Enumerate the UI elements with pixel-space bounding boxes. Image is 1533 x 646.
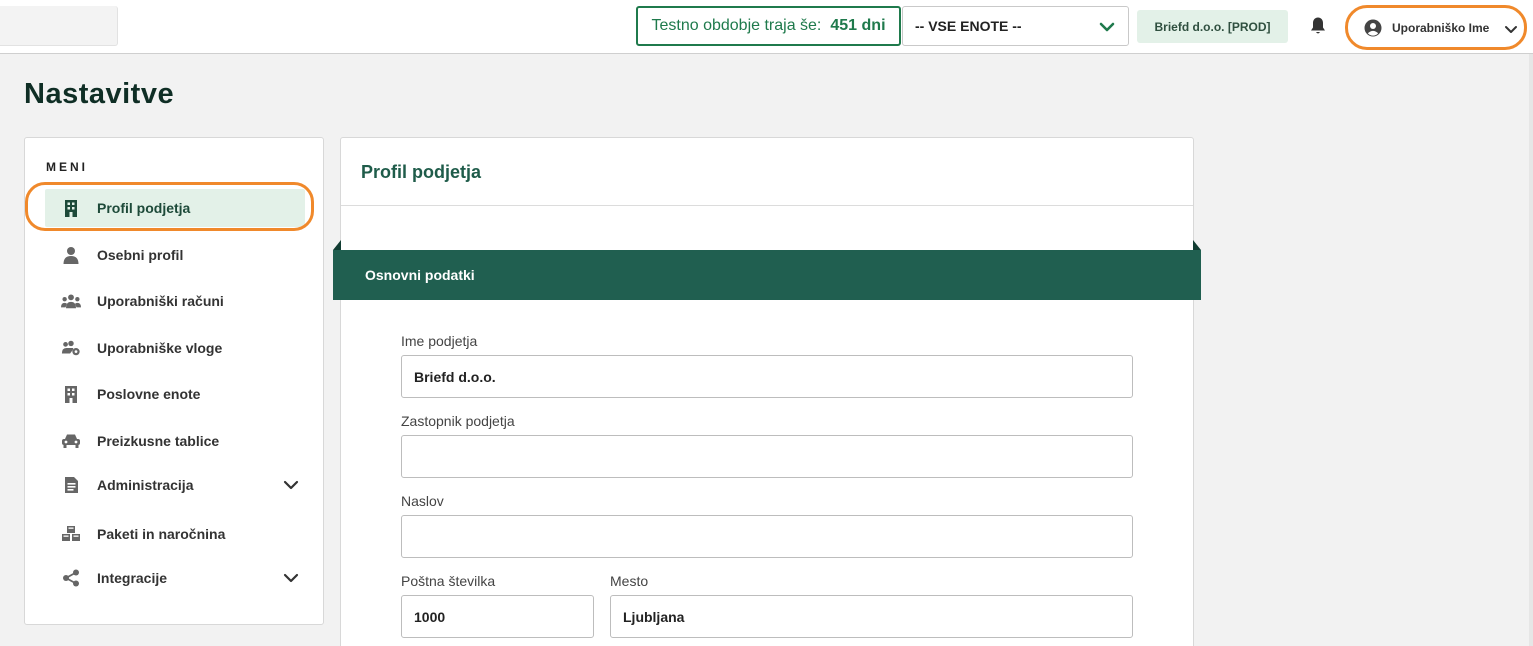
sidebar-item-packages-subscription[interactable]: Paketi in naročnina xyxy=(45,515,305,553)
address-label: Naslov xyxy=(401,493,444,509)
sidebar-item-administration[interactable]: Administracija xyxy=(45,466,305,504)
ribbon-fold-left xyxy=(333,240,341,250)
postal-code-label: Poštna številka xyxy=(401,573,496,589)
user-menu-button[interactable]: Uporabniško Ime xyxy=(1345,5,1527,50)
section-header-basic-data: Osnovni podatki xyxy=(333,250,1201,300)
city-input[interactable] xyxy=(610,595,1133,638)
top-bar: Testno obdobje traja še: 451 dni -- VSE … xyxy=(0,0,1533,54)
sidebar-item-label: Osebni profil xyxy=(97,247,184,263)
business-unit-select[interactable]: -- VSE ENOTE -- xyxy=(902,6,1129,46)
settings-sidebar: MENI Profil podjetja Osebni profil Upora… xyxy=(24,137,324,625)
chevron-down-icon[interactable] xyxy=(283,477,299,493)
building-icon xyxy=(61,199,81,217)
card-divider xyxy=(341,205,1193,206)
business-unit-select-value: -- VSE ENOTE -- xyxy=(915,18,1022,34)
document-icon xyxy=(61,476,81,494)
sidebar-item-label: Uporabniške vloge xyxy=(97,340,223,356)
notifications-bell-icon[interactable] xyxy=(1309,16,1327,36)
sidebar-item-company-profile[interactable]: Profil podjetja xyxy=(45,189,305,227)
trial-period-banner: Testno obdobje traja še: 451 dni xyxy=(636,6,901,46)
menu-heading: MENI xyxy=(46,160,88,174)
sidebar-item-label: Integracije xyxy=(97,570,168,586)
building-icon xyxy=(61,385,81,403)
company-name-label: Ime podjetja xyxy=(401,333,478,349)
sidebar-item-label: Poslovne enote xyxy=(97,386,201,402)
sidebar-item-business-units[interactable]: Poslovne enote xyxy=(45,375,305,413)
page-title: Nastavitve xyxy=(24,78,175,110)
chevron-down-icon xyxy=(1099,22,1115,32)
city-label: Mesto xyxy=(610,573,649,589)
sidebar-item-test-plates[interactable]: Preizkusne tablice xyxy=(45,422,305,460)
users-icon xyxy=(61,292,81,310)
cubes-icon xyxy=(61,525,81,543)
sidebar-item-personal-profile[interactable]: Osebni profil xyxy=(45,236,305,274)
sidebar-item-integrations[interactable]: Integracije xyxy=(45,559,305,597)
sidebar-item-label: Administracija xyxy=(97,477,194,493)
users-cog-icon xyxy=(61,339,81,357)
sidebar-item-user-accounts[interactable]: Uporabniški računi xyxy=(45,282,305,320)
sidebar-item-label: Profil podjetja xyxy=(97,200,191,216)
address-input[interactable] xyxy=(401,515,1133,558)
trial-days: 451 dni xyxy=(830,17,886,34)
user-name: Uporabniško Ime xyxy=(1392,20,1490,35)
trial-label: Testno obdobje traja še: xyxy=(651,17,822,34)
user-circle-icon xyxy=(1364,19,1382,36)
company-environment-badge[interactable]: Briefd d.o.o. [PROD] xyxy=(1137,10,1288,43)
share-icon xyxy=(61,569,81,587)
representative-input[interactable] xyxy=(401,435,1133,478)
car-icon xyxy=(61,432,81,450)
company-name-input[interactable] xyxy=(401,355,1133,398)
scrollbar-track[interactable] xyxy=(1529,54,1533,646)
representative-label: Zastopnik podjetja xyxy=(401,413,515,429)
person-icon xyxy=(61,246,81,264)
sidebar-item-label: Paketi in naročnina xyxy=(97,526,226,542)
sidebar-item-user-roles[interactable]: Uporabniške vloge xyxy=(45,329,305,367)
sidebar-item-label: Preizkusne tablice xyxy=(97,433,220,449)
chevron-down-icon[interactable] xyxy=(283,570,299,586)
logo-placeholder[interactable] xyxy=(0,6,118,46)
section-title: Osnovni podatki xyxy=(365,267,475,283)
sidebar-item-label: Uporabniški računi xyxy=(97,293,224,309)
ribbon-fold-right xyxy=(1193,240,1201,250)
card-title: Profil podjetja xyxy=(361,162,482,182)
chevron-down-icon xyxy=(1505,26,1517,33)
postal-code-input[interactable] xyxy=(401,595,594,638)
